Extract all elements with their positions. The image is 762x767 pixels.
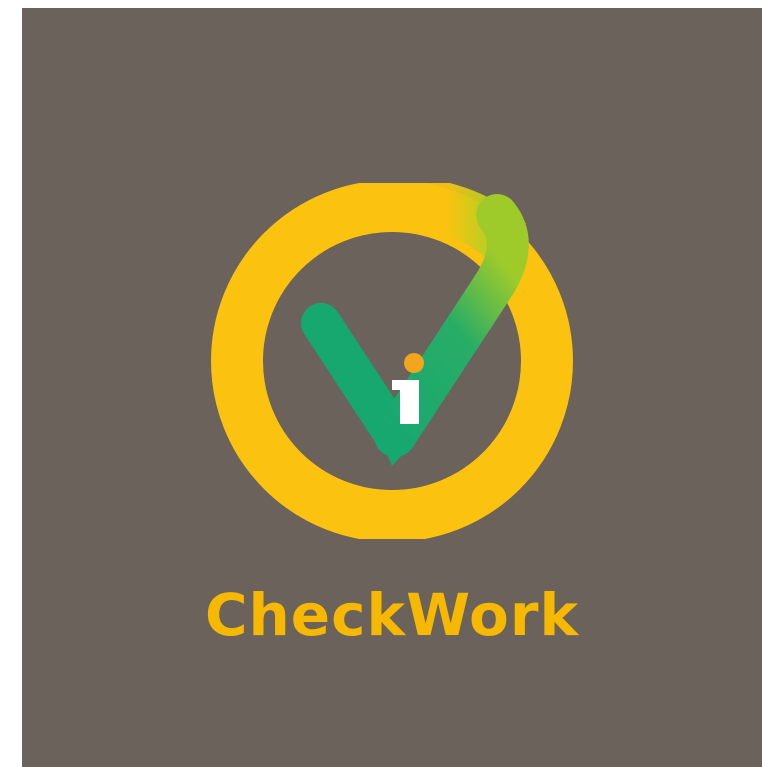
app-name: CheckWork	[204, 581, 580, 649]
letter-i-serif	[392, 380, 419, 390]
checkwork-logo-icon	[211, 183, 573, 539]
letter-i-dot	[404, 353, 424, 373]
splash-screen: CheckWork	[22, 8, 762, 767]
